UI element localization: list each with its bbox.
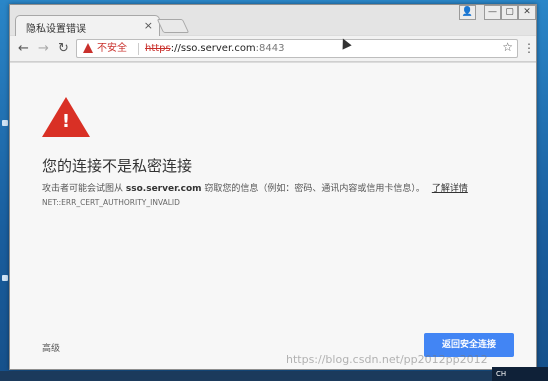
url-port: :8443	[255, 43, 285, 54]
reload-button[interactable]: ↻	[58, 41, 69, 56]
minimize-button[interactable]: —	[484, 5, 501, 20]
menu-icon[interactable]: ⋮	[523, 41, 535, 55]
taskbar	[0, 371, 548, 381]
url-host: ://sso.server.com	[170, 43, 256, 54]
maximize-button[interactable]: ▢	[501, 5, 518, 20]
desc-prefix: 攻击者可能会试图从	[42, 184, 124, 194]
user-icon[interactable]: 👤	[459, 5, 476, 20]
url-text[interactable]: https://sso.server.com:8443	[145, 40, 285, 57]
warning-exclamation: !	[61, 111, 71, 132]
warning-icon[interactable]	[83, 43, 93, 53]
title-bar: 隐私设置错误 × 👤 — ▢ ✕	[10, 5, 536, 37]
page-title: 您的连接不是私密连接	[42, 157, 193, 175]
forward-button[interactable]: →	[38, 41, 49, 56]
tab-close-icon[interactable]: ×	[144, 19, 153, 32]
url-scheme: https	[145, 43, 171, 54]
desc-suffix: 窃取您的信息（例如：密码、通讯内容或信用卡信息）。	[204, 184, 425, 194]
bookmark-star-icon[interactable]: ☆	[502, 39, 513, 56]
back-button[interactable]: ←	[18, 41, 29, 56]
desktop-icon[interactable]	[2, 275, 8, 281]
tab-title: 隐私设置错误	[26, 24, 86, 35]
tab-privacy-error[interactable]: 隐私设置错误 ×	[15, 15, 160, 37]
watermark: https://blog.csdn.net/pp2012pp2012	[286, 353, 488, 366]
browser-window: 隐私设置错误 × 👤 — ▢ ✕ ← → ↻ 不安全 https://sso.s…	[9, 4, 537, 370]
toolbar: ← → ↻ 不安全 https://sso.server.com:8443 ☆ …	[10, 36, 536, 62]
close-button[interactable]: ✕	[518, 5, 536, 20]
desc-host: sso.server.com	[125, 184, 202, 194]
error-description: 攻击者可能会试图从 sso.server.com 窃取您的信息（例如：密码、通讯…	[42, 181, 468, 194]
error-page: ! 您的连接不是私密连接 攻击者可能会试图从 sso.server.com 窃取…	[10, 63, 536, 369]
advanced-button[interactable]: 高级	[42, 341, 60, 354]
address-bar[interactable]: 不安全 https://sso.server.com:8443 ☆	[76, 39, 518, 58]
system-tray: CH	[492, 367, 548, 381]
desktop-icon[interactable]	[2, 120, 8, 126]
learn-more-link[interactable]: 了解详情	[432, 184, 468, 194]
error-code[interactable]: NET::ERR_CERT_AUTHORITY_INVALID	[42, 198, 180, 207]
security-label[interactable]: 不安全	[97, 40, 127, 57]
divider	[138, 43, 139, 55]
language-indicator[interactable]: CH	[496, 370, 506, 378]
new-tab-button[interactable]	[156, 19, 190, 33]
